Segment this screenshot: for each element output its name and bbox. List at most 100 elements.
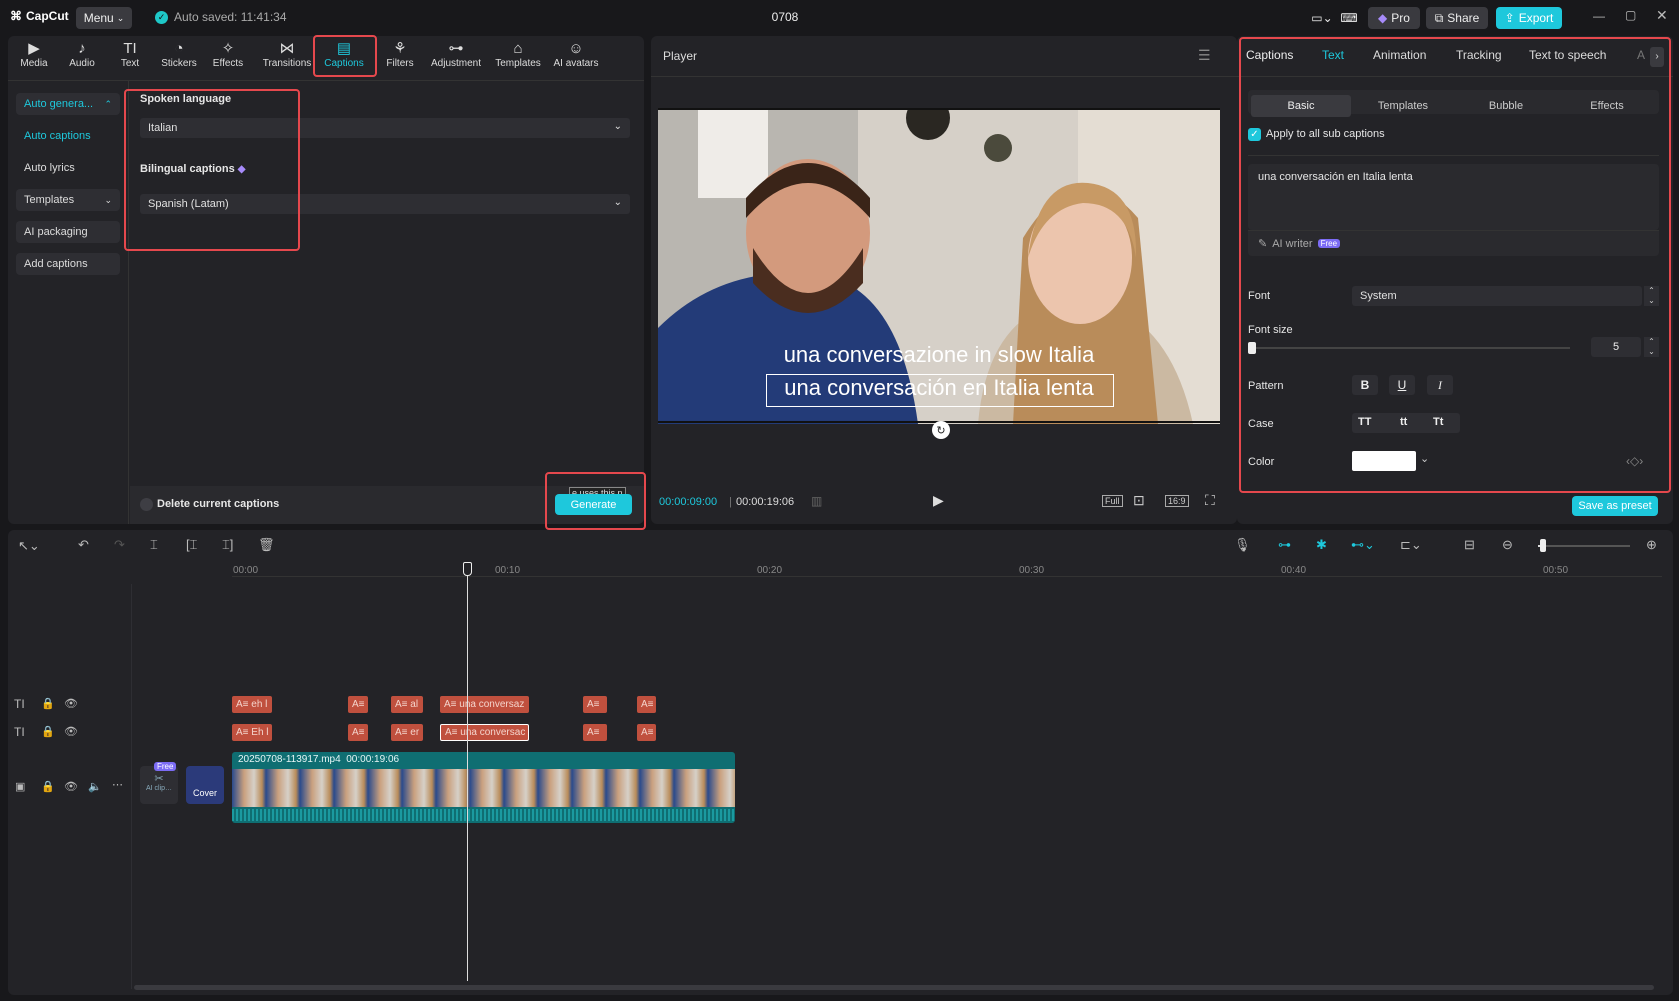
- ai-clip-button[interactable]: ✂ AI clip…: [140, 766, 178, 804]
- caption-clip[interactable]: A≡: [348, 696, 368, 713]
- timeline-ruler[interactable]: [232, 563, 1662, 577]
- autosave-text: Auto saved: 11:41:34: [174, 10, 287, 24]
- sidebar-templates[interactable]: Templates ⌄: [16, 189, 120, 211]
- tool-effects[interactable]: ✧ Effects: [202, 40, 254, 69]
- redo-icon[interactable]: ↷: [114, 537, 125, 553]
- preview-axis-icon[interactable]: ⊏⌄: [1400, 537, 1422, 553]
- tool-ai-avatars[interactable]: ☺ AI avatars: [548, 40, 604, 69]
- zoom-fit-icon[interactable]: ⊟: [1464, 537, 1475, 553]
- caption-clip[interactable]: A≡: [583, 696, 607, 713]
- sidebar-add-captions[interactable]: Add captions: [16, 253, 120, 275]
- ruler-label: 00:30: [1019, 565, 1045, 576]
- more-icon[interactable]: ⋯: [112, 778, 123, 791]
- lock-icon[interactable]: 🔒: [41, 780, 55, 793]
- caption-clip[interactable]: A≡: [583, 724, 607, 741]
- sidebar-auto-lyrics[interactable]: Auto lyrics: [16, 157, 120, 179]
- playhead-handle[interactable]: [463, 562, 472, 576]
- speaker-icon[interactable]: 🔈: [88, 780, 102, 793]
- caption-line-2: una conversación en Italia lenta: [784, 375, 1094, 400]
- split-icon[interactable]: ⌶: [150, 537, 158, 553]
- pro-button[interactable]: ◆ Pro: [1368, 7, 1420, 29]
- sidebar-label: Auto captions: [24, 130, 91, 142]
- tool-transitions[interactable]: ⋈ Transitions: [256, 40, 318, 69]
- menu-button[interactable]: Menu ⌄: [76, 7, 132, 29]
- tool-adjustment[interactable]: ⊶ Adjustment: [426, 40, 486, 69]
- undo-icon[interactable]: ↶: [78, 537, 89, 553]
- split-right-icon[interactable]: ⌶]: [222, 537, 233, 553]
- sidebar-auto-captions[interactable]: Auto captions: [16, 125, 120, 147]
- tool-label: Templates: [495, 58, 541, 69]
- caption-clip[interactable]: A≡: [637, 696, 656, 713]
- eye-icon[interactable]: 👁: [64, 725, 78, 738]
- tool-filters[interactable]: ⚘ Filters: [374, 40, 426, 69]
- share-label: Share: [1447, 11, 1480, 25]
- tool-media[interactable]: ▶ Media: [8, 40, 60, 69]
- export-icon: ⇪: [1504, 11, 1515, 25]
- menu-label: Menu: [83, 11, 114, 25]
- zoom-slider-track[interactable]: [1538, 545, 1630, 547]
- main-track-magnet-icon[interactable]: ⊶: [1278, 537, 1291, 553]
- tool-stickers[interactable]: ◔ Stickers: [153, 40, 205, 69]
- caption-clip[interactable]: A≡ Eh l: [232, 724, 272, 741]
- waveform-icon[interactable]: ▥: [811, 494, 822, 508]
- full-quality-button[interactable]: Full: [1102, 495, 1123, 507]
- caption-clip[interactable]: A≡ al: [391, 696, 423, 713]
- templates-icon: ⌂: [513, 40, 523, 57]
- delete-icon[interactable]: 🗑: [258, 537, 275, 553]
- share-button[interactable]: ⧉ Share: [1426, 7, 1488, 29]
- check-icon: ✓: [155, 10, 168, 24]
- cover-button[interactable]: Cover: [186, 766, 224, 804]
- delete-captions-label: Delete current captions: [157, 498, 280, 510]
- play-icon[interactable]: ▶: [933, 492, 944, 509]
- select-tool-icon[interactable]: ↖⌄: [18, 538, 40, 554]
- timeline-scrollbar[interactable]: [134, 985, 1654, 990]
- video-clip[interactable]: 20250708-113917.mp4 00:00:19:06: [232, 752, 735, 823]
- sidebar-label: AI packaging: [24, 226, 88, 238]
- sidebar-auto-generate[interactable]: Auto genera... ⌃: [16, 93, 120, 115]
- sidebar-ai-packaging[interactable]: AI packaging: [16, 221, 120, 243]
- caption-clip[interactable]: A≡: [348, 724, 368, 741]
- playhead-line[interactable]: [467, 563, 468, 981]
- player-title: Player: [663, 49, 698, 63]
- tool-label: Audio: [69, 58, 95, 69]
- maximize-icon[interactable]: ▢: [1625, 8, 1636, 22]
- audio-icon: ♪: [78, 40, 86, 57]
- hamburger-icon[interactable]: ☰: [1198, 47, 1211, 64]
- video-track-icon: ▣: [15, 781, 26, 793]
- auto-snap-icon[interactable]: ✱: [1316, 537, 1327, 553]
- caption-clip[interactable]: A≡ eh l: [232, 696, 272, 713]
- tool-audio[interactable]: ♪ Audio: [56, 40, 108, 69]
- microphone-icon[interactable]: 🎙: [1234, 537, 1251, 553]
- minimize-icon[interactable]: —: [1593, 9, 1605, 23]
- caption-clip-selected[interactable]: A≡ una conversac: [440, 724, 529, 741]
- fullscreen-icon[interactable]: ⛶: [1205, 492, 1215, 509]
- caption-clip[interactable]: A≡: [637, 724, 656, 741]
- eye-icon[interactable]: 👁: [64, 697, 78, 710]
- aspect-ratio-button[interactable]: 16:9: [1165, 495, 1189, 507]
- save-as-preset-button[interactable]: Save as preset: [1572, 496, 1658, 516]
- transitions-icon: ⋈: [279, 40, 295, 57]
- tool-templates[interactable]: ⌂ Templates: [490, 40, 546, 69]
- eye-icon[interactable]: 👁: [64, 780, 78, 793]
- delete-captions-toggle[interactable]: [140, 498, 153, 511]
- app-logo: ⌘ CapCut: [10, 9, 69, 23]
- caption-clip[interactable]: A≡ una conversaz: [440, 696, 529, 713]
- zoom-in-icon[interactable]: ⊕: [1646, 537, 1657, 553]
- tool-text[interactable]: TI Text: [104, 40, 156, 69]
- shortcuts-button[interactable]: ⌨: [1338, 7, 1360, 29]
- close-icon[interactable]: ✕: [1656, 7, 1668, 24]
- total-time: 00:00:19:06: [736, 496, 795, 508]
- caption-clip[interactable]: A≡ er: [391, 724, 423, 741]
- zoom-slider-handle[interactable]: [1540, 539, 1546, 552]
- chevron-up-icon: ⌃: [104, 98, 112, 109]
- capcut-logo-icon: ⌘: [10, 9, 22, 23]
- split-left-icon[interactable]: [⌶: [186, 537, 197, 553]
- lock-icon[interactable]: 🔒: [41, 725, 55, 738]
- lock-icon[interactable]: 🔒: [41, 697, 55, 710]
- screenshot-icon[interactable]: ⊡: [1133, 492, 1145, 509]
- export-button[interactable]: ⇪ Export: [1496, 7, 1562, 29]
- linkage-icon[interactable]: ⊷⌄: [1351, 537, 1375, 553]
- language-settings-highlight: [124, 89, 300, 251]
- zoom-out-icon[interactable]: ⊖: [1502, 537, 1513, 553]
- rotate-handle-icon[interactable]: ↻: [932, 421, 950, 439]
